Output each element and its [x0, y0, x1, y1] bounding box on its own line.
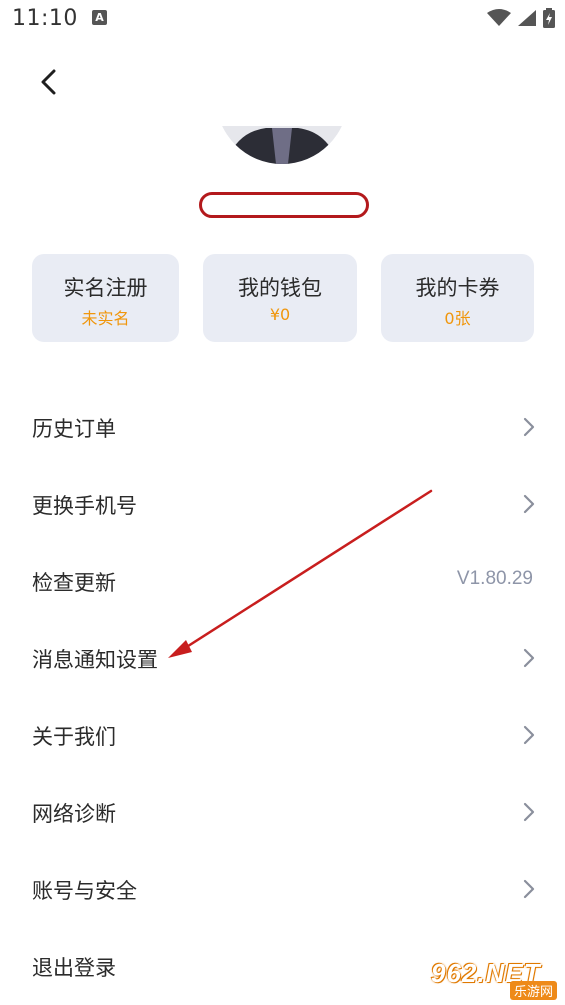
menu-item-label: 检查更新	[32, 571, 116, 595]
signal-icon	[518, 10, 536, 26]
menu-item-label: 消息通知设置	[32, 648, 158, 672]
card-wallet[interactable]: 我的钱包 ¥0	[203, 254, 357, 342]
menu-item-account-security[interactable]: 账号与安全	[0, 851, 565, 928]
menu-item-network-diagnosis[interactable]: 网络诊断	[0, 774, 565, 851]
card-title: 我的卡券	[415, 276, 500, 300]
username-field	[199, 192, 369, 218]
avatar-image	[216, 126, 348, 164]
chevron-right-icon	[523, 648, 535, 668]
a-icon: A	[92, 10, 107, 25]
menu-item-label: 退出登录	[32, 956, 116, 980]
status-time: 11:10	[12, 6, 78, 31]
summary-cards: 实名注册 未实名 我的钱包 ¥0 我的卡券 0张	[0, 254, 565, 342]
menu-item-notification-settings[interactable]: 消息通知设置	[0, 620, 565, 697]
menu-item-label: 账号与安全	[32, 879, 137, 903]
card-value: 0张	[444, 309, 471, 328]
card-value: 未实名	[81, 309, 130, 328]
version-text: V1.80.29	[456, 568, 533, 589]
avatar[interactable]	[216, 126, 348, 164]
menu-item-label: 网络诊断	[32, 802, 116, 826]
watermark-subtext: 乐游网	[509, 981, 557, 1000]
chevron-right-icon	[523, 879, 535, 899]
menu-item-check-update[interactable]: 检查更新 V1.80.29	[0, 543, 565, 620]
status-bar: 11:10 A	[0, 0, 565, 40]
menu-item-change-phone[interactable]: 更换手机号	[0, 466, 565, 543]
card-coupons[interactable]: 我的卡券 0张	[381, 254, 534, 342]
chevron-left-icon	[41, 69, 56, 95]
menu-item-label: 关于我们	[32, 725, 116, 749]
watermark-logo: 962.NET 乐游网	[427, 958, 559, 1000]
chevron-right-icon	[523, 802, 535, 822]
menu-item-label: 历史订单	[32, 417, 116, 441]
card-title: 我的钱包	[238, 276, 322, 300]
chevron-right-icon	[523, 494, 535, 514]
back-button[interactable]	[30, 62, 66, 102]
menu-item-order-history[interactable]: 历史订单	[0, 389, 565, 466]
menu-item-about-us[interactable]: 关于我们	[0, 697, 565, 774]
menu-item-label: 更换手机号	[32, 494, 137, 518]
wifi-icon	[487, 9, 511, 26]
chevron-right-icon	[523, 417, 535, 437]
card-real-name[interactable]: 实名注册 未实名	[32, 254, 179, 342]
status-icons	[487, 8, 555, 28]
avatar-container	[216, 126, 348, 164]
battery-charging-icon	[543, 8, 555, 28]
card-title: 实名注册	[63, 276, 148, 300]
chevron-right-icon	[523, 725, 535, 745]
card-value: ¥0	[269, 305, 291, 324]
settings-menu: 历史订单 更换手机号 检查更新 V1.80.29 消息通知设置 关于我们 网络诊…	[0, 389, 565, 1005]
